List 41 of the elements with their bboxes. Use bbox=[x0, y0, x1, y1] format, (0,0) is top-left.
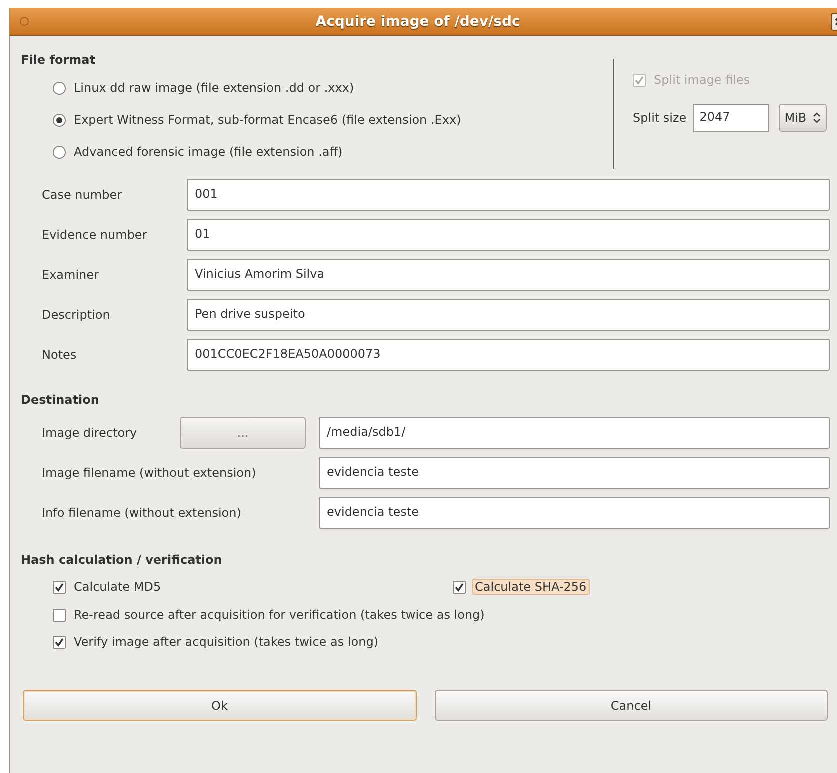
radio-label[interactable]: Linux dd raw image (file extension .dd or .xxx) bbox=[74, 81, 354, 95]
spinner-icon bbox=[812, 112, 821, 124]
field-label: Info filename (without extension) bbox=[42, 506, 242, 520]
checkbox-label[interactable]: Verify image after acquisition (takes twice as long) bbox=[72, 635, 381, 649]
section-heading: Destination bbox=[21, 393, 100, 407]
unit-dropdown[interactable]: MiB bbox=[778, 104, 827, 132]
radio-label[interactable]: Advanced forensic image (file extension .aff) bbox=[74, 145, 343, 159]
field-label: Image directory bbox=[42, 426, 138, 440]
input-field[interactable]: Pen drive suspeito bbox=[187, 299, 830, 331]
window-title: Acquire image of /dev/sdc bbox=[314, 14, 522, 30]
field-label: Examiner bbox=[42, 268, 100, 282]
checkbox[interactable] bbox=[53, 608, 66, 622]
field-label: Case number bbox=[42, 188, 124, 202]
radio-label[interactable]: Expert Witness Format, sub-format Encase6 (file extension .Exx) bbox=[74, 113, 462, 127]
checkbox[interactable] bbox=[453, 580, 466, 594]
field-label: Evidence number bbox=[42, 228, 148, 242]
field-label: Notes bbox=[42, 348, 78, 362]
input-field[interactable]: 001 bbox=[187, 179, 830, 211]
input-field[interactable]: evidencia teste bbox=[319, 457, 830, 489]
section-heading: File format bbox=[21, 53, 96, 67]
input-field[interactable]: Vinicius Amorim Silva bbox=[187, 259, 830, 291]
cancel-button[interactable]: Cancel bbox=[434, 690, 828, 721]
input-field[interactable]: evidencia teste bbox=[319, 497, 830, 529]
radio-button[interactable] bbox=[53, 114, 66, 126]
field-label: Image filename (without extension) bbox=[42, 466, 258, 480]
section-heading: Hash calculation / verification bbox=[21, 553, 224, 567]
split-size-field[interactable]: 2047 bbox=[692, 104, 769, 132]
browse-button[interactable]: ... bbox=[180, 417, 306, 449]
input-field[interactable]: 01 bbox=[187, 219, 830, 251]
field-label: Split size bbox=[633, 111, 687, 125]
input-field[interactable]: /media/sdb1/ bbox=[319, 417, 830, 449]
ok-button[interactable]: Ok bbox=[23, 690, 416, 721]
radio-button[interactable] bbox=[53, 146, 66, 158]
checkbox[interactable] bbox=[53, 636, 66, 648]
checkbox[interactable] bbox=[53, 580, 66, 594]
field-label: Description bbox=[42, 308, 112, 322]
checkbox-label[interactable]: Re-read source after acquisition for verification (takes twice as long) bbox=[72, 608, 487, 622]
checkbox-label[interactable]: Calculate SHA-256 bbox=[472, 579, 590, 595]
checkbox-label[interactable]: Calculate MD5 bbox=[72, 580, 164, 594]
input-field[interactable]: 001CC0EC2F18EA50A0000073 bbox=[187, 339, 830, 371]
radio-button[interactable] bbox=[53, 82, 66, 94]
